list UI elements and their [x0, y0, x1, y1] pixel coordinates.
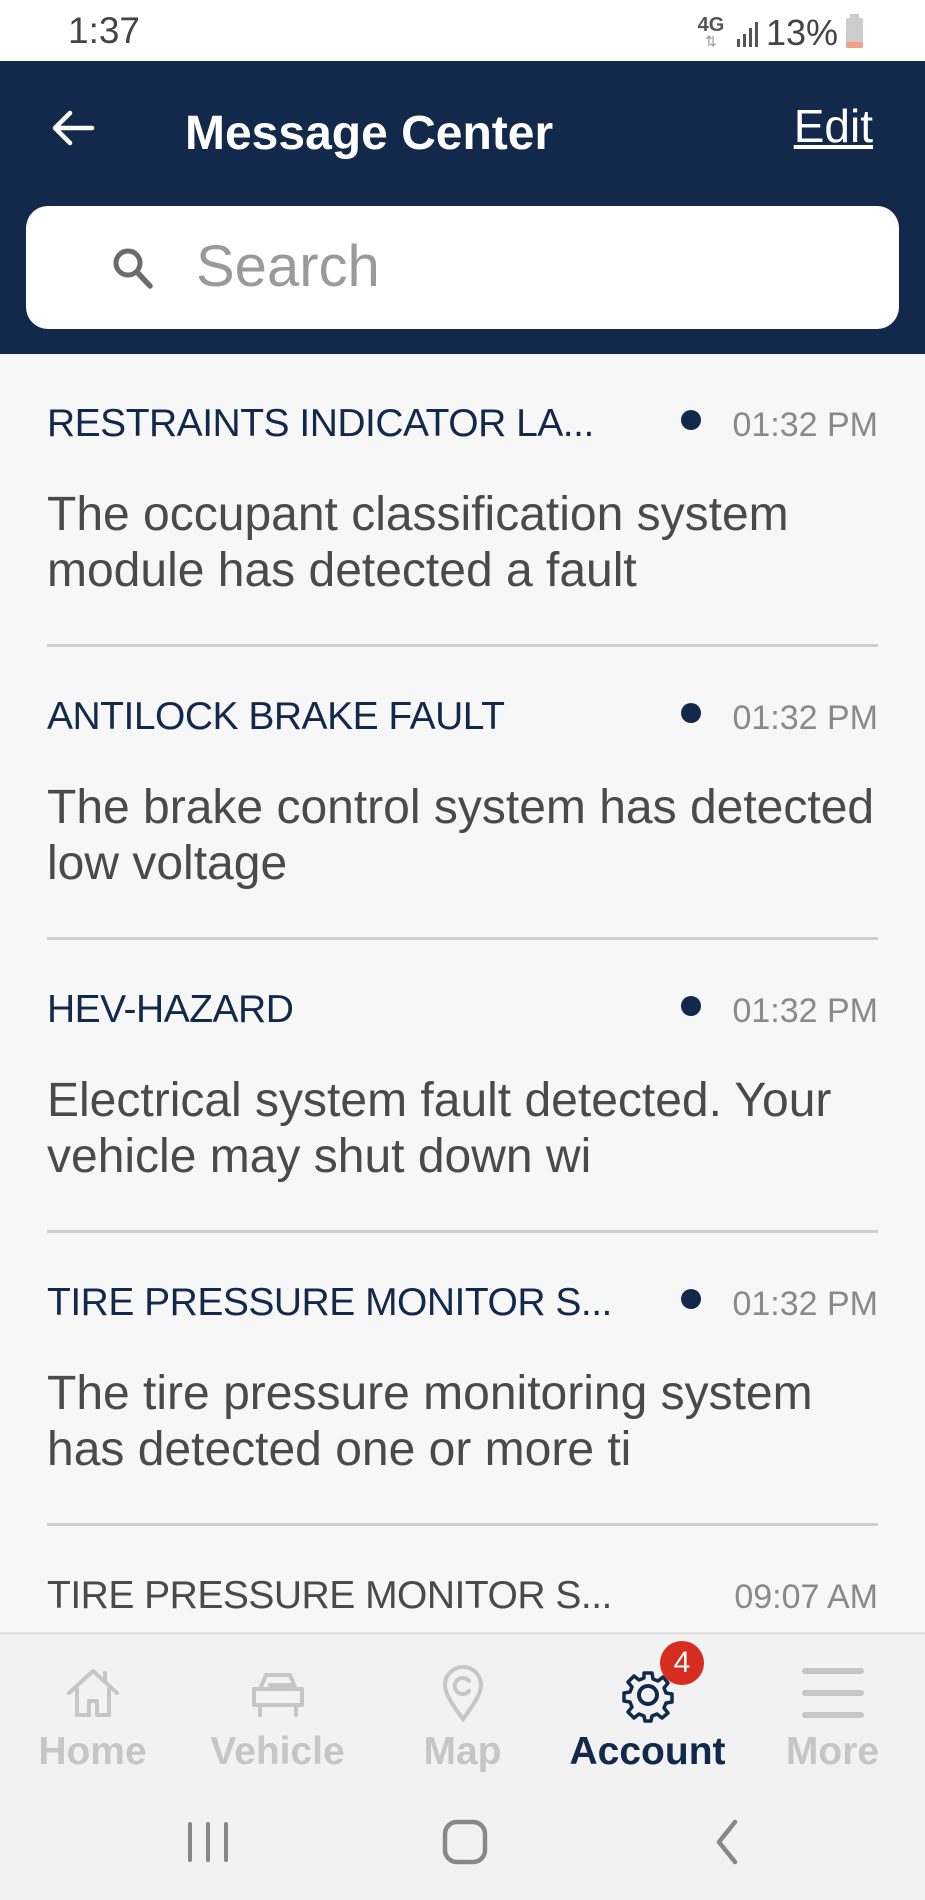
message-item[interactable]: ANTILOCK BRAKE FAULT 01:32 PM The brake …: [47, 647, 878, 940]
message-time: 09:07 AM: [734, 1578, 878, 1616]
car-icon: [251, 1673, 304, 1717]
message-item[interactable]: TIRE PRESSURE MONITOR S... 09:07 AM: [47, 1526, 878, 1632]
unread-dot-icon: [681, 1289, 701, 1309]
map-pin-icon: [442, 1665, 483, 1723]
message-title: ANTILOCK BRAKE FAULT: [47, 695, 505, 738]
message-title: TIRE PRESSURE MONITOR S...: [47, 1574, 612, 1617]
tab-vehicle[interactable]: Vehicle: [185, 1635, 370, 1785]
message-time: 01:32 PM: [732, 406, 878, 444]
tab-account[interactable]: 4 Account: [555, 1635, 740, 1785]
search-input[interactable]: [196, 226, 876, 306]
signal-strength-icon: [736, 19, 758, 47]
back-nav-icon[interactable]: [695, 1812, 755, 1872]
status-indicators: 4G ⇅ 13%: [693, 12, 863, 54]
back-button[interactable]: [48, 103, 98, 153]
message-time: 01:32 PM: [732, 1285, 878, 1323]
message-list: RESTRAINTS INDICATOR LA... 01:32 PM The …: [0, 354, 925, 1632]
message-title: TIRE PRESSURE MONITOR S...: [47, 1281, 612, 1324]
search-bar[interactable]: [26, 206, 899, 329]
battery-icon: [846, 14, 863, 48]
arrow-left-icon: [52, 110, 95, 146]
unread-dot-icon: [681, 703, 701, 723]
system-nav-bar: [0, 1782, 925, 1900]
tab-label: Vehicle: [210, 1730, 345, 1773]
tab-home[interactable]: Home: [0, 1635, 185, 1785]
notification-badge: 4: [660, 1641, 704, 1685]
network-4g-icon: 4G ⇅: [697, 14, 725, 49]
message-time: 01:32 PM: [732, 992, 878, 1030]
tab-label: Home: [38, 1730, 147, 1773]
search-icon: [113, 248, 153, 289]
message-item[interactable]: HEV-HAZARD 01:32 PM Electrical system fa…: [47, 940, 878, 1233]
unread-dot-icon: [681, 410, 701, 430]
message-time: 01:32 PM: [732, 699, 878, 737]
tab-label: Map: [423, 1730, 502, 1773]
message-title: RESTRAINTS INDICATOR LA...: [47, 402, 594, 445]
page-title: Message Center: [185, 107, 554, 160]
tab-label: Account: [569, 1730, 726, 1773]
recent-apps-icon[interactable]: [178, 1812, 238, 1872]
app-header: Message Center Edit: [0, 61, 925, 354]
message-body: The occupant classification system modul…: [47, 488, 789, 597]
message-item[interactable]: TIRE PRESSURE MONITOR S... 01:32 PM The …: [47, 1233, 878, 1526]
tab-map[interactable]: Map: [370, 1635, 555, 1785]
home-icon: [66, 1669, 119, 1717]
message-body: The tire pressure monitoring system has …: [47, 1367, 813, 1476]
home-nav-icon[interactable]: [435, 1812, 495, 1872]
message-body: Electrical system fault detected. Your v…: [47, 1074, 832, 1183]
message-body: The brake control system has detected lo…: [47, 781, 901, 890]
status-bar: 1:37 4G ⇅ 13%: [0, 0, 925, 61]
bottom-tab-bar: Home Vehicle Map 4 Account More: [0, 1632, 925, 1782]
tab-more[interactable]: More: [740, 1635, 925, 1785]
edit-button[interactable]: Edit: [794, 99, 873, 153]
message-title: HEV-HAZARD: [47, 988, 294, 1031]
status-time: 1:37: [68, 10, 141, 51]
message-item[interactable]: RESTRAINTS INDICATOR LA... 01:32 PM The …: [47, 354, 878, 647]
battery-percent: 13%: [765, 12, 838, 53]
tab-label: More: [785, 1730, 880, 1773]
menu-icon: [801, 1668, 864, 1718]
unread-dot-icon: [681, 996, 701, 1016]
